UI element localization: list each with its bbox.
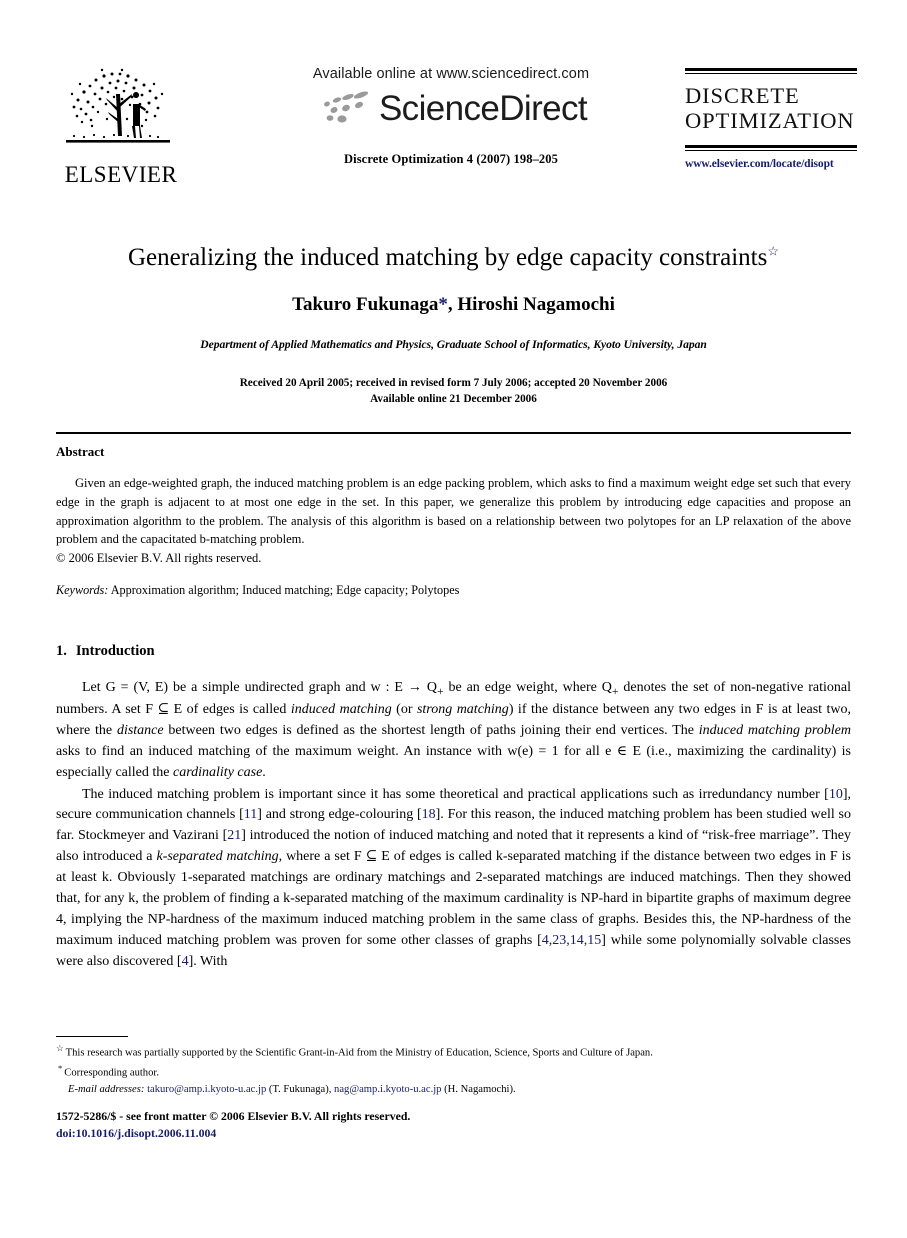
journal-url-link[interactable]: www.elsevier.com/locate/disopt — [685, 158, 857, 170]
p1-emph-cardinality-case: cardinality case — [173, 764, 263, 780]
p2-seg-h: ]. With — [188, 953, 228, 969]
sciencedirect-block: Available online at www.sciencedirect.co… — [286, 66, 616, 167]
issn-front-matter-line: 1572-5286/$ - see front matter © 2006 El… — [56, 1109, 411, 1123]
keywords-line: Keywords: Approximation algorithm; Induc… — [56, 583, 851, 598]
p2-seg-a: The induced matching problem is importan… — [82, 786, 829, 802]
abstract-divider-rule — [56, 432, 851, 434]
p1-seg-d: (or — [391, 702, 417, 718]
sciencedirect-swoosh-icon — [324, 91, 369, 123]
paper-page: ELSEVIER Available online at www.science… — [0, 0, 907, 1238]
footnote-corresponding: * Corresponding author. — [56, 1062, 851, 1082]
sciencedirect-wordmark: ScienceDirect — [378, 88, 588, 128]
author-list: Takuro Fukunaga*, Hiroshi Nagamochi — [56, 294, 851, 316]
journal-nameplate: DISCRETE OPTIMIZATION www.elsevier.com/l… — [685, 68, 857, 170]
p2-emph-k-separated-matching: k-separated matching — [156, 849, 279, 865]
p1-emph-induced-matching: induced matching — [290, 702, 392, 718]
abstract-block: Abstract Given an edge-weighted graph, t… — [56, 444, 851, 598]
sciencedirect-logo: ScienceDirect — [286, 88, 616, 128]
email-link-fukunaga[interactable]: takuro@amp.i.kyoto-u.ac.jp — [147, 1084, 266, 1095]
journal-reference: Discrete Optimization 4 (2007) 198–205 — [344, 152, 558, 166]
elsevier-tree-icon — [66, 68, 170, 143]
footnote-corresponding-marker: * — [58, 1062, 63, 1073]
keywords-value: Approximation algorithm; Induced matchin… — [110, 582, 460, 597]
footnote-divider-rule — [56, 1036, 128, 1037]
p1-emph-distance: distance — [116, 723, 164, 739]
p1-subscript-1: + — [436, 684, 444, 698]
body-text: Let G = (V, E) be a simple undirected gr… — [56, 678, 851, 972]
corresponding-author-marker[interactable]: * — [438, 294, 448, 315]
author-fukunaga: Takuro Fukunaga — [292, 294, 439, 315]
available-online-text: Available online at www.sciencedirect.co… — [312, 66, 590, 82]
section-number: 1. — [56, 643, 67, 659]
history-available-line: Available online 21 December 2006 — [370, 393, 537, 406]
p1-seg-h: . — [262, 764, 266, 780]
history-received-line: Received 20 April 2005; received in revi… — [239, 377, 668, 389]
citation-11[interactable]: 11 — [244, 807, 257, 822]
citation-4[interactable]: 4 — [182, 954, 189, 969]
elsevier-logo: ELSEVIER — [62, 64, 180, 186]
title-footnote-marker[interactable]: ☆ — [767, 244, 779, 259]
abstract-heading: Abstract — [56, 444, 105, 459]
footnote-grant-marker: ☆ — [56, 1043, 64, 1053]
citation-21[interactable]: 21 — [227, 828, 241, 843]
article-history: Received 20 April 2005; received in revi… — [56, 375, 851, 407]
p1-emph-induced-matching-problem: induced matching problem — [698, 723, 851, 739]
imprint-block: 1572-5286/$ - see front matter © 2006 El… — [56, 1108, 656, 1142]
nameplate-bottom-rule — [685, 144, 857, 151]
paragraph-1: Let G = (V, E) be a simple undirected gr… — [56, 678, 851, 784]
keywords-label: Keywords: — [56, 582, 109, 597]
footnote-emails: E-mail addresses: takuro@amp.i.kyoto-u.a… — [56, 1081, 851, 1098]
affiliation: Department of Applied Mathematics and Ph… — [200, 338, 707, 351]
masthead: ELSEVIER Available online at www.science… — [56, 58, 857, 208]
abstract-paragraph: Given an edge-weighted graph, the induce… — [56, 476, 851, 547]
p1-seg-f: between two edges is defined as the shor… — [163, 723, 699, 739]
citation-4-23-14-15[interactable]: 4,23,14,15 — [542, 933, 602, 948]
email-addresses-label: E-mail addresses: — [68, 1084, 145, 1096]
p2-seg-c: ] and strong edge-colouring [ — [257, 807, 422, 823]
email-link-nagamochi[interactable]: nag@amp.i.kyoto-u.ac.jp — [334, 1084, 441, 1095]
p1-seg-b: be an edge weight, where Q — [443, 680, 612, 695]
journal-title: DISCRETE OPTIMIZATION — [685, 83, 855, 133]
footnote-corresponding-text: Corresponding author. — [64, 1067, 159, 1079]
p1-seg-a: Let G = (V, E) be a simple undirected gr… — [82, 680, 437, 695]
citation-18[interactable]: 18 — [422, 807, 436, 822]
footnotes-block: ☆ This research was partially supported b… — [56, 1042, 851, 1099]
nameplate-top-rule — [685, 68, 857, 74]
footnote-grant: ☆ This research was partially supported b… — [56, 1042, 851, 1062]
paper-title-text: Generalizing the induced matching by edg… — [128, 244, 768, 271]
abstract-copyright: © 2006 Elsevier B.V. All rights reserved… — [56, 551, 262, 565]
section-name: Introduction — [75, 643, 155, 659]
title-block: Generalizing the induced matching by edg… — [56, 243, 851, 407]
doi-link[interactable]: doi:10.1016/j.disopt.2006.11.004 — [56, 1125, 656, 1142]
elsevier-wordmark: ELSEVIER — [64, 162, 178, 187]
footnote-grant-text: This research was partially supported by… — [65, 1047, 653, 1059]
email-owner-nagamochi: (H. Nagamochi). — [444, 1084, 516, 1096]
citation-10[interactable]: 10 — [829, 787, 843, 802]
page-title: Generalizing the induced matching by edg… — [56, 243, 851, 273]
abstract-text: Given an edge-weighted graph, the induce… — [56, 474, 851, 568]
section-heading-introduction: 1. Introduction — [56, 643, 155, 660]
author-nagamochi: , Hiroshi Nagamochi — [447, 294, 615, 315]
p1-emph-strong-matching: strong matching — [416, 702, 509, 718]
email-owner-fukunaga: (T. Fukunaga), — [268, 1084, 332, 1096]
paragraph-2: The induced matching problem is importan… — [56, 785, 851, 973]
